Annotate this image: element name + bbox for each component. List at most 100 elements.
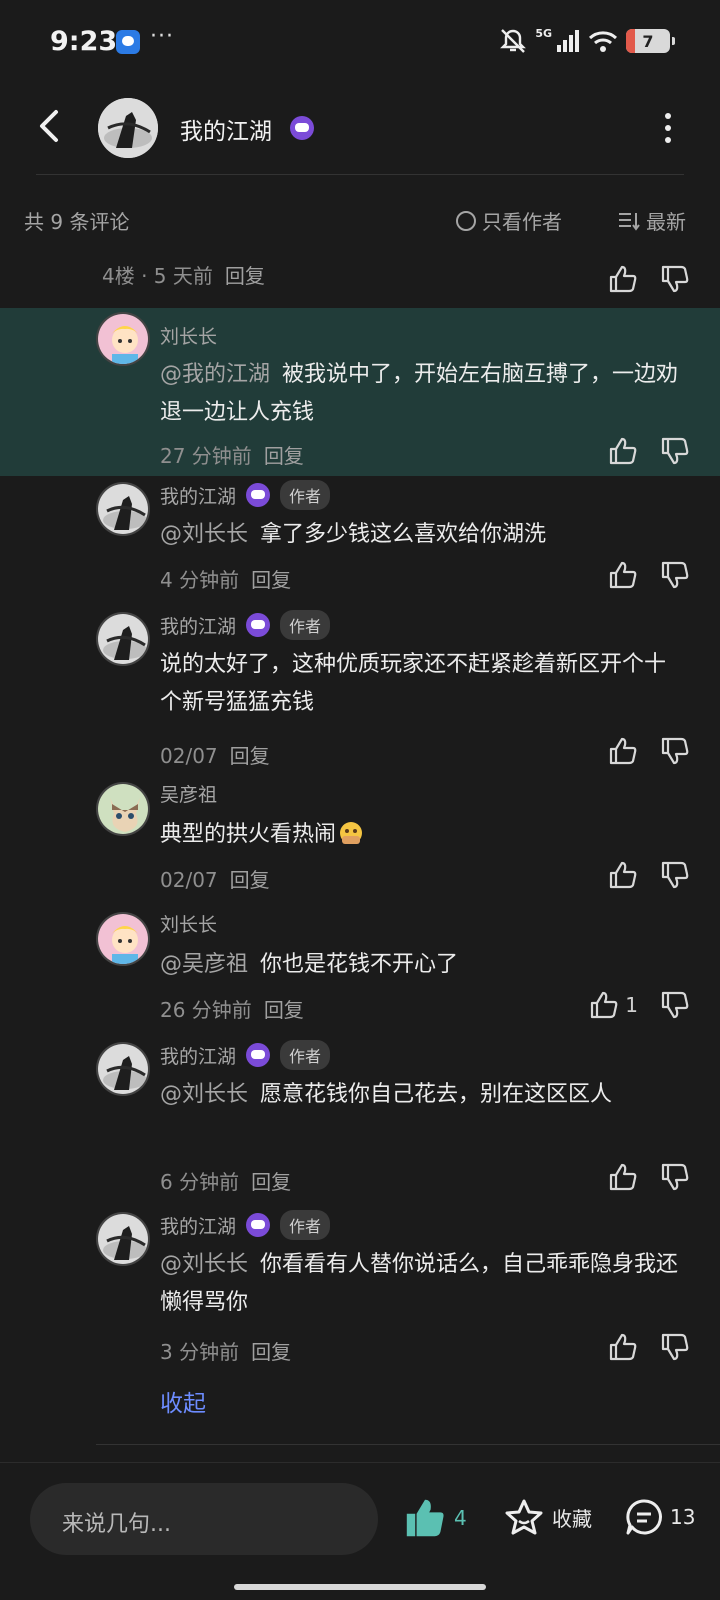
- reply-button[interactable]: 回复: [230, 744, 270, 768]
- thumbs-up-icon[interactable]: [608, 860, 638, 890]
- sort-label: 最新: [646, 210, 686, 234]
- header: 我的江湖: [0, 86, 720, 176]
- thumbs-down-icon[interactable]: [660, 264, 690, 294]
- comment-body: 愿意花钱你自己花去，别在这区区人: [260, 1082, 613, 1107]
- comments-button[interactable]: 13: [624, 1497, 695, 1537]
- user-name-row: 吴彦祖: [160, 780, 217, 807]
- game-controller-icon: [246, 1043, 271, 1067]
- thumbs-up-icon[interactable]: [608, 1332, 638, 1362]
- comment-body: 说的太好了，这种优质玩家还不赶紧趁着新区开个十个新号猛猛充钱: [160, 652, 667, 715]
- user-name[interactable]: 刘长长: [160, 910, 217, 937]
- reply-button[interactable]: 回复: [264, 998, 304, 1022]
- comment-actions: [608, 1332, 690, 1362]
- comment-meta: 3 分钟前 回复: [160, 1336, 291, 1365]
- game-controller-icon: [246, 1213, 271, 1237]
- comment-time: 4 分钟前: [160, 568, 240, 592]
- user-avatar[interactable]: [96, 1212, 150, 1266]
- reply-button[interactable]: 回复: [251, 568, 291, 592]
- user-avatar[interactable]: [96, 482, 150, 536]
- more-options-button[interactable]: [656, 108, 680, 148]
- user-avatar[interactable]: [96, 1042, 150, 1096]
- comment-text: @刘长长 你看看有人替你说话么，自己乖乖隐身我还懒得骂你: [160, 1246, 680, 1322]
- thumbs-up-icon[interactable]: [608, 436, 638, 466]
- comment-meta: 02/07 回复: [160, 740, 270, 769]
- mention[interactable]: @刘长长: [160, 522, 248, 547]
- comment-item[interactable]: 我的江湖 作者 @刘长长 拿了多少钱这么喜欢给你湖洗 4 分钟前 回复: [0, 480, 720, 602]
- mute-icon: [500, 29, 527, 53]
- thumbs-down-icon[interactable]: [660, 990, 690, 1020]
- user-name-row: 我的江湖 作者: [160, 1210, 331, 1240]
- comment-item[interactable]: 我的江湖 作者 @刘长长 你看看有人替你说话么，自己乖乖隐身我还懒得骂你 3 分钟…: [0, 1210, 720, 1372]
- home-indicator[interactable]: [234, 1584, 486, 1590]
- user-name[interactable]: 我的江湖: [160, 612, 236, 639]
- author-avatar[interactable]: [98, 98, 158, 158]
- comment-meta: 4 分钟前 回复: [160, 564, 291, 593]
- thumbs-up-icon[interactable]: [608, 736, 638, 766]
- mention[interactable]: @刘长长: [160, 1082, 248, 1107]
- thumbs-up-icon[interactable]: [608, 560, 638, 590]
- thumbs-up-icon[interactable]: [608, 1162, 638, 1192]
- comment-text: @刘长长 愿意花钱你自己花去，别在这区区人: [160, 1076, 680, 1114]
- reply-button[interactable]: 回复: [251, 1340, 291, 1364]
- comment-item[interactable]: 吴彦祖 典型的拱火看热闹 02/07 回复: [0, 782, 720, 902]
- game-controller-icon: [290, 116, 314, 140]
- comment-meta: 02/07 回复: [160, 864, 270, 893]
- thumbs-down-icon[interactable]: [660, 860, 690, 890]
- sort-button[interactable]: 最新: [618, 206, 686, 235]
- thumbs-down-icon[interactable]: [660, 1332, 690, 1362]
- comment-text: @刘长长 拿了多少钱这么喜欢给你湖洗: [160, 516, 680, 554]
- app-notification-icon: [116, 30, 140, 54]
- user-avatar[interactable]: [96, 912, 150, 966]
- battery-icon: 7: [626, 29, 675, 53]
- comment-item[interactable]: 刘长长 @吴彦祖 你也是花钱不开心了 26 分钟前 回复 1: [0, 912, 720, 1032]
- user-name-row: 刘长长: [160, 910, 217, 937]
- comment-body: 你也是花钱不开心了: [260, 952, 459, 977]
- comment-item[interactable]: 我的江湖 作者 @刘长长 愿意花钱你自己花去，别在这区区人 6 分钟前 回复: [0, 1040, 720, 1202]
- divider: [36, 174, 684, 175]
- thumbs-down-icon[interactable]: [660, 436, 690, 466]
- user-name[interactable]: 我的江湖: [160, 482, 236, 509]
- reply-button[interactable]: 回复: [230, 868, 270, 892]
- comment-count: 共 9 条评论: [24, 210, 130, 234]
- comment-actions: [608, 736, 690, 766]
- bottom-action-bar: 来说几句... 4 收藏 13: [0, 1462, 720, 1600]
- status-time: 9:23: [50, 26, 118, 57]
- comment-text: 典型的拱火看热闹: [160, 816, 680, 854]
- mention[interactable]: @刘长长: [160, 1252, 248, 1277]
- user-avatar[interactable]: [96, 312, 150, 366]
- thumbs-down-icon[interactable]: [660, 560, 690, 590]
- thumbs-down-icon[interactable]: [660, 1162, 690, 1192]
- emoji-icon: [340, 822, 363, 844]
- thumbs-down-icon[interactable]: [660, 736, 690, 766]
- collapse-replies-link[interactable]: 收起: [160, 1384, 206, 1418]
- user-avatar[interactable]: [96, 782, 150, 836]
- mention[interactable]: @我的江湖: [160, 362, 270, 387]
- favorite-button[interactable]: 收藏: [504, 1497, 592, 1537]
- user-name[interactable]: 我的江湖: [160, 1042, 236, 1069]
- user-avatar[interactable]: [96, 612, 150, 666]
- comment-input[interactable]: 来说几句...: [30, 1483, 378, 1555]
- like-count: 1: [625, 993, 638, 1017]
- author-only-label: 只看作者: [482, 210, 562, 234]
- comment-actions: [608, 1162, 690, 1192]
- user-name[interactable]: 我的江湖: [160, 1212, 236, 1239]
- user-name[interactable]: 吴彦祖: [160, 780, 217, 807]
- radio-icon: [456, 210, 476, 231]
- comment-item[interactable]: 刘长长 @我的江湖 被我说中了，开始左右脑互搏了，一边劝退一边让人充钱 27 分钟…: [0, 308, 720, 476]
- reply-button[interactable]: 回复: [251, 1170, 291, 1194]
- reply-button[interactable]: 回复: [225, 264, 265, 288]
- thumbs-up-icon[interactable]: [608, 264, 638, 294]
- comment-meta: 26 分钟前 回复: [160, 994, 304, 1023]
- like-button[interactable]: 1: [589, 990, 638, 1020]
- reply-button[interactable]: 回复: [264, 444, 304, 468]
- like-post-button[interactable]: 4: [404, 1497, 467, 1539]
- comment-item[interactable]: 我的江湖 作者 说的太好了，这种优质玩家还不赶紧趁着新区开个十个新号猛猛充钱 0…: [0, 610, 720, 772]
- user-name-row: 我的江湖 作者: [160, 610, 331, 640]
- author-only-toggle[interactable]: 只看作者: [456, 206, 562, 235]
- user-name[interactable]: 刘长长: [160, 322, 217, 349]
- status-right: 5G 7: [499, 27, 675, 54]
- thumbs-up-icon: [406, 1499, 444, 1537]
- back-button[interactable]: [28, 104, 72, 148]
- sort-icon: [619, 212, 640, 231]
- mention[interactable]: @吴彦祖: [160, 952, 248, 977]
